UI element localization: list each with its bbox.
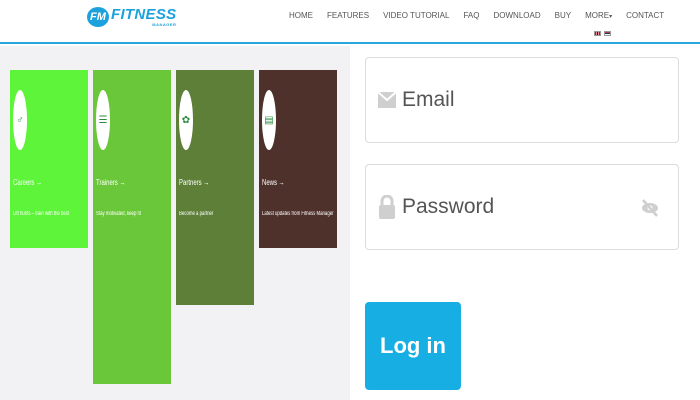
nav-features[interactable]: FEATURES bbox=[327, 11, 369, 20]
tile-title: Partners → bbox=[179, 178, 210, 187]
nav-home[interactable]: HOME bbox=[289, 11, 313, 20]
logo-text: FITNESS MANAGER bbox=[111, 7, 176, 27]
clipboard-icon: ☰ bbox=[96, 90, 110, 150]
tile-careers[interactable]: ♂ Careers → Lift hunts – train with the … bbox=[10, 70, 88, 248]
handshake-icon: ✿ bbox=[179, 90, 193, 150]
eye-slash-icon[interactable] bbox=[640, 198, 660, 218]
nav-download[interactable]: DOWNLOAD bbox=[493, 11, 540, 20]
tile-description: Lift hunts – train with the best bbox=[13, 211, 70, 217]
tile-description: Latest updates from Fitness Manager bbox=[262, 211, 334, 217]
uk-flag-icon[interactable] bbox=[594, 31, 601, 36]
nav-more-label: MORE bbox=[585, 11, 610, 20]
features-panel: ♂ Careers → Lift hunts – train with the … bbox=[0, 46, 350, 400]
main-nav: HOME FEATURES VIDEO TUTORIAL FAQ DOWNLOA… bbox=[289, 11, 664, 20]
tile-partners[interactable]: ✿ Partners → Become a partner bbox=[176, 70, 254, 305]
caret-down-icon: ▾ bbox=[609, 14, 613, 20]
logo-title: FITNESS bbox=[111, 6, 177, 23]
dumbbell-icon: ♂ bbox=[13, 90, 27, 150]
email-field[interactable] bbox=[365, 57, 679, 143]
site-header: FM FITNESS MANAGER HOME FEATURES VIDEO T… bbox=[0, 0, 700, 44]
tile-news[interactable]: ▤ News → Latest updates from Fitness Man… bbox=[259, 70, 337, 248]
lock-icon bbox=[378, 195, 396, 219]
tile-trainers[interactable]: ☰ Trainers → Stay motivated, keep fit bbox=[93, 70, 171, 384]
envelope-icon bbox=[378, 91, 396, 109]
tile-title: Careers → bbox=[13, 178, 43, 187]
tile-description: Stay motivated, keep fit bbox=[96, 211, 141, 217]
login-button[interactable]: Log in bbox=[365, 302, 461, 390]
password-field[interactable] bbox=[365, 164, 679, 250]
serbia-flag-icon[interactable] bbox=[604, 31, 611, 36]
nav-buy[interactable]: BUY bbox=[555, 11, 571, 20]
tile-title: News → bbox=[262, 178, 285, 187]
nav-faq[interactable]: FAQ bbox=[463, 11, 479, 20]
newspaper-icon: ▤ bbox=[262, 90, 276, 150]
tile-description: Become a partner bbox=[179, 211, 214, 217]
tile-title: Trainers → bbox=[96, 178, 126, 187]
nav-more[interactable]: MORE▾ bbox=[585, 11, 612, 20]
nav-contact[interactable]: CONTACT bbox=[626, 11, 664, 20]
nav-video-tutorial[interactable]: VIDEO TUTORIAL bbox=[383, 11, 449, 20]
brand-logo[interactable]: FM FITNESS MANAGER bbox=[87, 7, 176, 27]
logo-subtitle: MANAGER bbox=[152, 22, 177, 27]
logo-badge: FM bbox=[87, 7, 109, 27]
password-input[interactable] bbox=[402, 195, 632, 219]
language-switcher bbox=[594, 31, 611, 36]
email-input[interactable] bbox=[402, 88, 632, 112]
